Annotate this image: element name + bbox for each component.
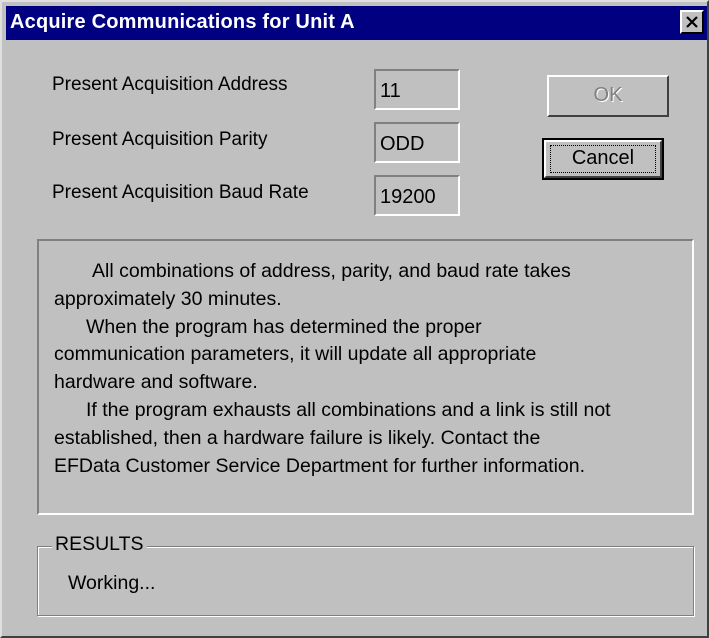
window-title: Acquire Communications for Unit A (10, 11, 355, 33)
cancel-button[interactable]: Cancel (542, 138, 664, 180)
results-status: Working... (68, 572, 156, 594)
title-bar[interactable]: Acquire Communications for Unit A (6, 6, 707, 40)
parity-field: ODD (374, 122, 460, 163)
info-line: When the program has determined the prop… (86, 316, 482, 338)
info-line: established, then a hardware failure is … (54, 427, 541, 449)
focus-rectangle (550, 145, 656, 173)
baud-rate-field: 19200 (374, 175, 460, 216)
baud-rate-label: Present Acquisition Baud Rate (52, 182, 309, 203)
close-icon (686, 16, 698, 28)
info-line: If the program exhausts all combinations… (86, 399, 611, 421)
results-label: RESULTS (52, 533, 147, 556)
info-line: hardware and software. (54, 371, 258, 393)
parity-label: Present Acquisition Parity (52, 129, 268, 150)
info-line: approximately 30 minutes. (54, 288, 282, 310)
dialog-window: Acquire Communications for Unit A Presen… (0, 0, 709, 638)
close-button[interactable] (680, 10, 704, 34)
address-label: Present Acquisition Address (52, 74, 288, 95)
ok-button[interactable]: OK (547, 75, 669, 117)
info-line: All combinations of address, parity, and… (92, 260, 571, 282)
address-field: 11 (374, 69, 460, 110)
info-line: communication parameters, it will update… (54, 343, 537, 365)
info-line: EFData Customer Service Department for f… (54, 455, 586, 477)
